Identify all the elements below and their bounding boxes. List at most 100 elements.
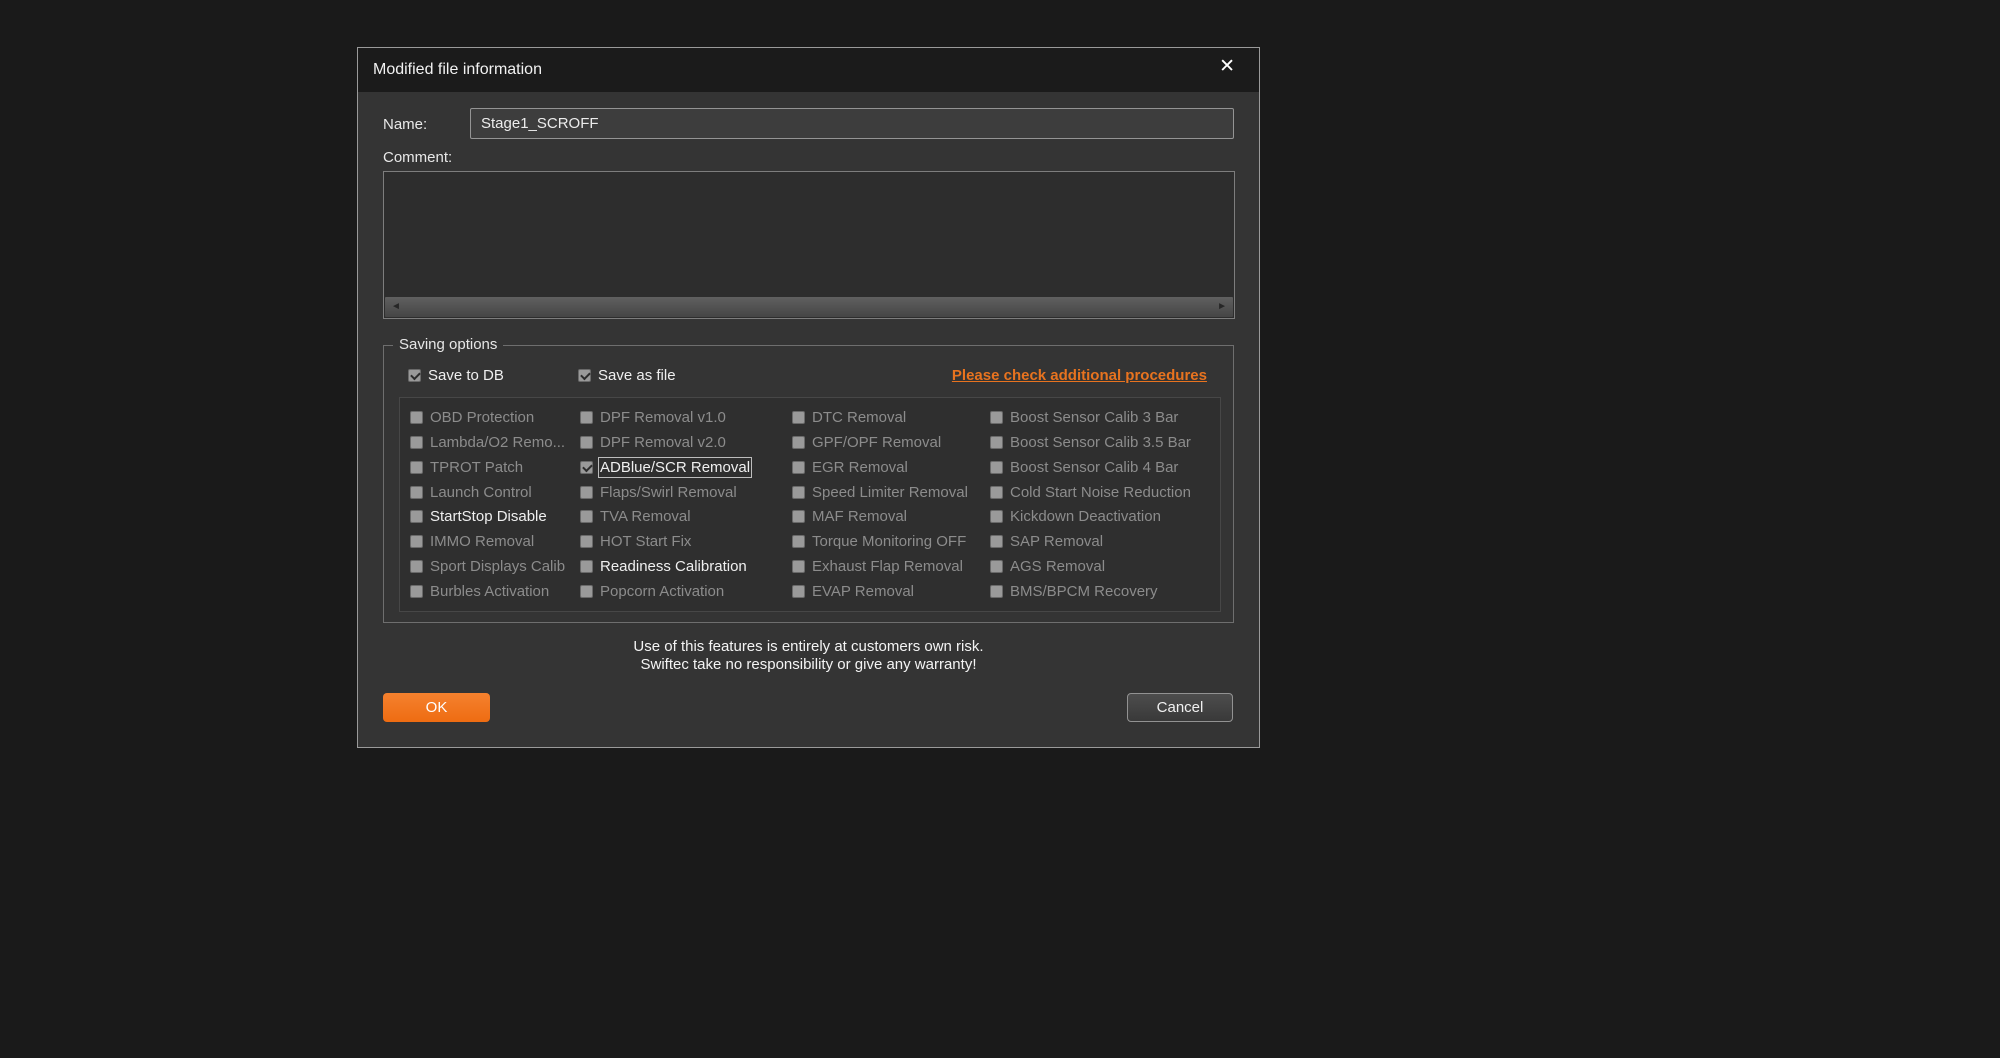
option-label: SAP Removal xyxy=(1010,533,1104,551)
option-item-obd-protection[interactable]: OBD Protection xyxy=(410,409,580,426)
option-item-dtc-removal[interactable]: DTC Removal xyxy=(792,409,990,426)
option-item-boost-sensor-calib-4-bar[interactable]: Boost Sensor Calib 4 Bar xyxy=(990,459,1214,476)
checkbox-icon[interactable] xyxy=(792,510,805,524)
option-item-adblue-scr-removal[interactable]: ADBlue/SCR Removal xyxy=(580,456,792,478)
option-label: TVA Removal xyxy=(600,508,691,526)
option-label: Launch Control xyxy=(430,483,532,501)
checkbox-icon[interactable] xyxy=(410,460,423,474)
option-item-popcorn-activation[interactable]: Popcorn Activation xyxy=(580,583,792,600)
option-label: IMMO Removal xyxy=(430,533,535,551)
option-item-torque-monitoring-off[interactable]: Torque Monitoring OFF xyxy=(792,533,990,550)
option-label: BMS/BPCM Recovery xyxy=(1010,583,1158,601)
option-item-exhaust-flap-removal[interactable]: Exhaust Flap Removal xyxy=(792,558,990,575)
checkbox-icon[interactable] xyxy=(580,535,593,549)
save-as-file-checkbox-item[interactable]: Save as file xyxy=(578,367,676,384)
option-item-startstop-disable[interactable]: StartStop Disable xyxy=(410,508,580,525)
save-to-db-label: Save to DB xyxy=(428,367,504,384)
checkbox-icon[interactable] xyxy=(792,435,805,449)
option-item-gpf-opf-removal[interactable]: GPF/OPF Removal xyxy=(792,434,990,451)
checkbox-icon[interactable] xyxy=(410,510,423,524)
save-to-db-checkbox-item[interactable]: Save to DB xyxy=(408,367,578,384)
checkbox-icon[interactable] xyxy=(580,410,593,424)
checkbox-icon[interactable] xyxy=(410,485,423,499)
checkbox-icon[interactable] xyxy=(410,435,423,449)
option-item-sap-removal[interactable]: SAP Removal xyxy=(990,533,1214,550)
saving-options-legend: Saving options xyxy=(393,336,504,353)
checkbox-icon[interactable] xyxy=(580,435,593,449)
option-item-tva-removal[interactable]: TVA Removal xyxy=(580,508,792,525)
checkbox-icon[interactable] xyxy=(990,585,1003,599)
checkbox-icon[interactable] xyxy=(990,485,1003,499)
option-item-ags-removal[interactable]: AGS Removal xyxy=(990,558,1214,575)
option-label: OBD Protection xyxy=(430,408,535,426)
option-item-maf-removal[interactable]: MAF Removal xyxy=(792,508,990,525)
checkbox-icon[interactable] xyxy=(580,510,593,524)
cancel-button[interactable]: Cancel xyxy=(1127,693,1233,722)
checkbox-icon[interactable] xyxy=(580,485,593,499)
checkbox-icon[interactable] xyxy=(580,460,593,474)
checkbox-icon[interactable] xyxy=(410,410,423,424)
name-input[interactable] xyxy=(470,108,1234,139)
option-item-readiness-calibration[interactable]: Readiness Calibration xyxy=(580,558,792,575)
comment-box: ◄ ► xyxy=(383,171,1235,319)
scroll-left-icon[interactable]: ◄ xyxy=(391,297,401,317)
checkbox-icon[interactable] xyxy=(990,560,1003,574)
option-label: Cold Start Noise Reduction xyxy=(1010,483,1191,501)
option-label: DTC Removal xyxy=(812,408,907,426)
additional-procedures-link[interactable]: Please check additional procedures xyxy=(952,367,1207,384)
comment-label: Comment: xyxy=(383,149,453,166)
ok-button[interactable]: OK xyxy=(383,693,490,722)
option-item-dpf-removal-v1-0[interactable]: DPF Removal v1.0 xyxy=(580,409,792,426)
option-label: Lambda/O2 Remo... xyxy=(430,433,566,451)
warning-text: Use of this features is entirely at cust… xyxy=(358,638,1259,674)
checkbox-icon[interactable] xyxy=(990,410,1003,424)
option-item-tprot-patch[interactable]: TPROT Patch xyxy=(410,459,580,476)
checkbox-icon[interactable] xyxy=(792,410,805,424)
option-item-boost-sensor-calib-3-bar[interactable]: Boost Sensor Calib 3 Bar xyxy=(990,409,1214,426)
checkbox-icon[interactable] xyxy=(990,510,1003,524)
option-item-bms-bpcm-recovery[interactable]: BMS/BPCM Recovery xyxy=(990,583,1214,600)
scroll-right-icon[interactable]: ► xyxy=(1217,297,1227,317)
save-to-db-checkbox-icon[interactable] xyxy=(408,369,421,382)
option-item-flaps-swirl-removal[interactable]: Flaps/Swirl Removal xyxy=(580,484,792,501)
option-item-sport-displays-calib[interactable]: Sport Displays Calib xyxy=(410,558,580,575)
option-item-immo-removal[interactable]: IMMO Removal xyxy=(410,533,580,550)
save-as-file-checkbox-icon[interactable] xyxy=(578,369,591,382)
checkbox-icon[interactable] xyxy=(792,485,805,499)
option-item-burbles-activation[interactable]: Burbles Activation xyxy=(410,583,580,600)
warning-line-1: Use of this features is entirely at cust… xyxy=(633,638,984,655)
checkbox-icon[interactable] xyxy=(990,460,1003,474)
close-icon[interactable]: ✕ xyxy=(1219,55,1235,79)
checkbox-icon[interactable] xyxy=(792,535,805,549)
checkbox-icon[interactable] xyxy=(990,535,1003,549)
checkbox-icon[interactable] xyxy=(792,560,805,574)
option-item-dpf-removal-v2-0[interactable]: DPF Removal v2.0 xyxy=(580,434,792,451)
option-item-kickdown-deactivation[interactable]: Kickdown Deactivation xyxy=(990,508,1214,525)
checkbox-icon[interactable] xyxy=(792,460,805,474)
modified-file-information-dialog: Modified file information ✕ Name: Commen… xyxy=(357,47,1260,748)
option-label: DPF Removal v2.0 xyxy=(600,433,726,451)
comment-horizontal-scrollbar[interactable]: ◄ ► xyxy=(385,297,1233,317)
checkbox-icon[interactable] xyxy=(410,560,423,574)
option-label: Flaps/Swirl Removal xyxy=(600,483,737,501)
option-item-cold-start-noise-reduction[interactable]: Cold Start Noise Reduction xyxy=(990,484,1214,501)
warning-line-2: Swiftec take no responsibility or give a… xyxy=(640,656,977,673)
option-item-evap-removal[interactable]: EVAP Removal xyxy=(792,583,990,600)
option-item-egr-removal[interactable]: EGR Removal xyxy=(792,459,990,476)
option-item-speed-limiter-removal[interactable]: Speed Limiter Removal xyxy=(792,484,990,501)
option-label: DPF Removal v1.0 xyxy=(600,408,726,426)
option-item-hot-start-fix[interactable]: HOT Start Fix xyxy=(580,533,792,550)
checkbox-icon[interactable] xyxy=(580,560,593,574)
option-item-lambda-o2-remo[interactable]: Lambda/O2 Remo... xyxy=(410,434,580,451)
checkbox-icon[interactable] xyxy=(410,585,423,599)
option-item-launch-control[interactable]: Launch Control xyxy=(410,484,580,501)
option-label: Boost Sensor Calib 3 Bar xyxy=(1010,408,1179,426)
comment-input[interactable] xyxy=(384,172,1234,297)
option-item-boost-sensor-calib-3-5-bar[interactable]: Boost Sensor Calib 3.5 Bar xyxy=(990,434,1214,451)
checkbox-icon[interactable] xyxy=(410,535,423,549)
checkbox-icon[interactable] xyxy=(990,435,1003,449)
option-label: Kickdown Deactivation xyxy=(1010,508,1161,526)
checkbox-icon[interactable] xyxy=(580,585,593,599)
option-label: TPROT Patch xyxy=(430,458,524,476)
checkbox-icon[interactable] xyxy=(792,585,805,599)
